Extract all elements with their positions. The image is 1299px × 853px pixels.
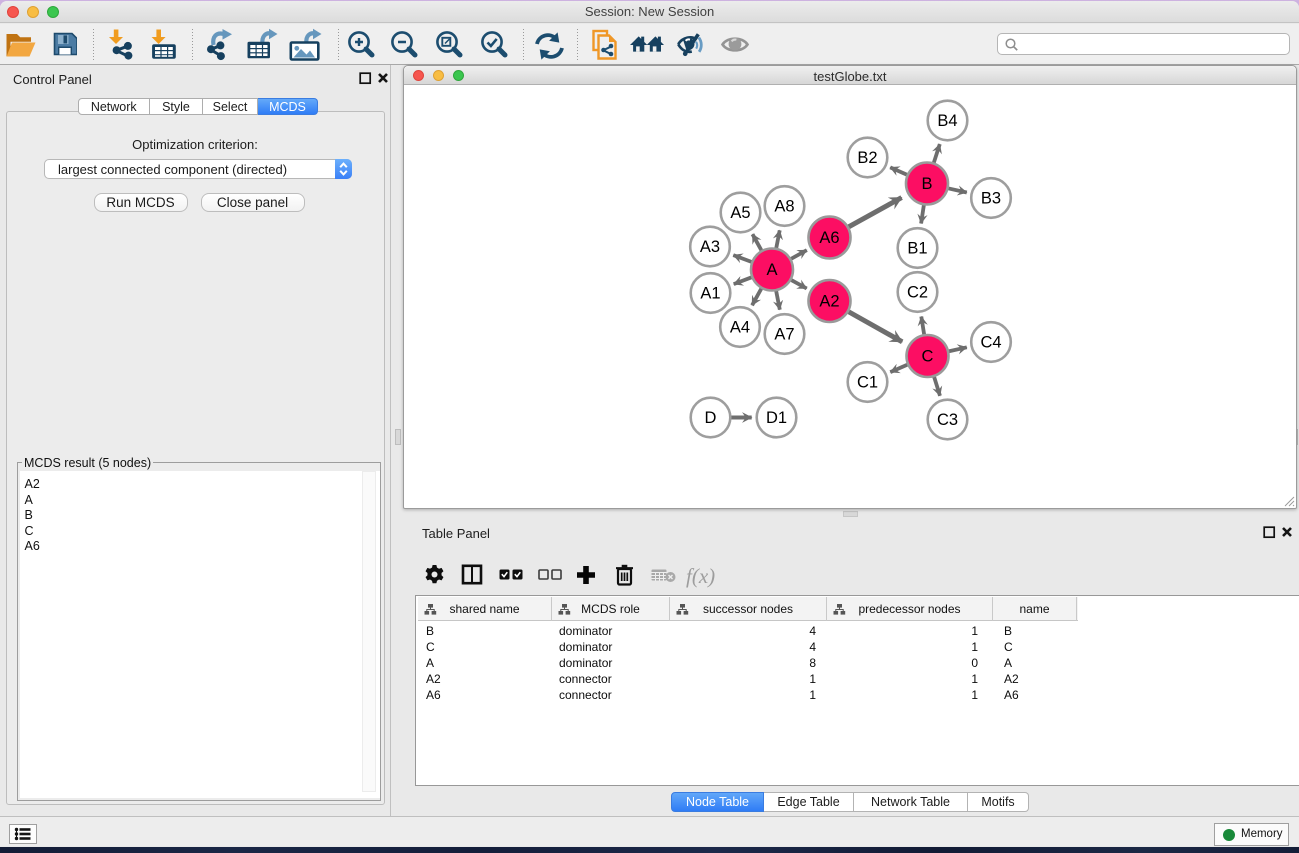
svg-text:C: C [922,348,934,366]
svg-text:B1: B1 [907,240,927,258]
svg-text:A1: A1 [700,285,720,303]
svg-text:A7: A7 [774,326,794,344]
svg-text:D1: D1 [766,409,787,427]
svg-text:D: D [705,409,717,427]
svg-text:A3: A3 [700,238,720,256]
svg-text:A8: A8 [774,198,794,216]
svg-text:B4: B4 [937,112,957,130]
svg-text:A: A [766,261,777,279]
svg-text:A2: A2 [819,293,839,311]
svg-text:C3: C3 [937,411,958,429]
svg-text:C2: C2 [907,284,928,302]
svg-text:B2: B2 [857,149,877,167]
svg-text:B3: B3 [981,190,1001,208]
svg-text:A4: A4 [730,319,750,337]
svg-text:C1: C1 [857,374,878,392]
svg-text:A6: A6 [819,229,839,247]
svg-text:B: B [921,175,932,193]
svg-text:A5: A5 [730,204,750,222]
svg-text:C4: C4 [980,334,1001,352]
